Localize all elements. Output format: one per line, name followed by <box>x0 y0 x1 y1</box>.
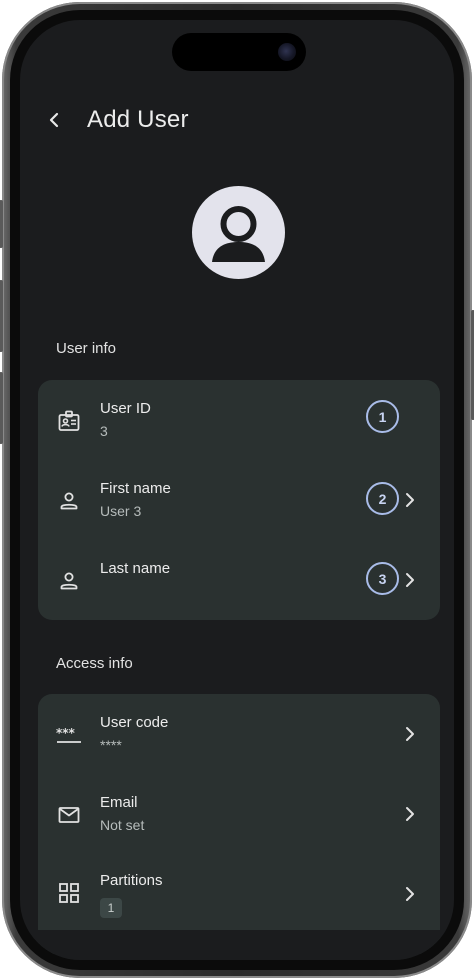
email-label: Email <box>100 794 138 811</box>
chevron-right-icon <box>402 806 418 822</box>
user-code-row[interactable]: *** User code **** <box>38 694 440 774</box>
badge-icon <box>56 408 82 434</box>
page-title: Add User <box>87 106 189 133</box>
user-id-value: 3 <box>100 423 108 439</box>
email-value: Not set <box>100 817 145 833</box>
section-label-user-info: User info <box>56 340 117 357</box>
back-arrow-icon <box>49 112 59 128</box>
user-id-row[interactable]: User ID 3 1 <box>38 380 440 460</box>
partitions-label: Partitions <box>100 872 163 889</box>
camera-icon <box>278 43 296 61</box>
mail-icon <box>56 802 82 828</box>
partition-chip: 1 <box>100 898 122 918</box>
account-circle-icon <box>212 206 265 262</box>
volume-down-button <box>0 372 3 444</box>
action-button <box>0 200 3 248</box>
chevron-right-icon <box>402 492 418 508</box>
last-name-row[interactable]: Last name 3 <box>38 540 440 620</box>
chevron-right-icon <box>402 572 418 588</box>
last-name-label: Last name <box>100 560 171 577</box>
first-name-value: User 3 <box>100 503 142 519</box>
chevron-right-icon <box>402 886 418 902</box>
step-marker-1: 1 <box>366 400 399 433</box>
step-marker-3: 3 <box>366 562 399 595</box>
person-icon <box>56 568 82 594</box>
user-code-value: **** <box>100 737 122 753</box>
access-info-card: *** User code **** Email Not set Partiti… <box>38 694 440 954</box>
partitions-row[interactable]: Partitions 1 <box>38 854 440 934</box>
person-icon <box>56 488 82 514</box>
user-code-label: User code <box>100 714 169 731</box>
avatar[interactable] <box>192 186 285 279</box>
first-name-label: First name <box>100 480 171 497</box>
volume-up-button <box>0 280 3 352</box>
bottom-bar <box>20 930 454 960</box>
app-header: Add User <box>20 100 454 140</box>
user-info-card: User ID 3 1 First name User 3 2 Last nam… <box>38 380 440 620</box>
grid-icon <box>56 880 82 906</box>
phone-frame: Add User User info User ID 3 1 First nam… <box>0 2 474 978</box>
chevron-right-icon <box>402 726 418 742</box>
step-marker-2: 2 <box>366 482 399 515</box>
user-id-label: User ID <box>100 400 151 417</box>
svg-text:***: *** <box>56 726 76 740</box>
screen: Add User User info User ID 3 1 First nam… <box>20 20 454 960</box>
section-label-access-info: Access info <box>56 655 133 672</box>
password-icon: *** <box>56 722 82 748</box>
first-name-row[interactable]: First name User 3 2 <box>38 460 440 540</box>
back-button[interactable] <box>40 106 68 134</box>
email-row[interactable]: Email Not set <box>38 774 440 854</box>
